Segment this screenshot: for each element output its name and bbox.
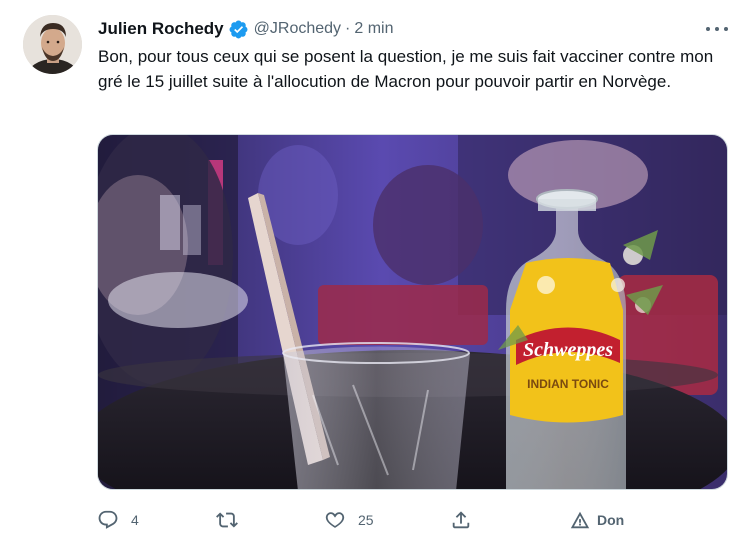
like-button[interactable]: 25 (324, 505, 374, 535)
translate-label: Don (597, 512, 625, 528)
retweet-button[interactable] (216, 505, 250, 535)
author-handle[interactable]: @JRochedy (254, 20, 341, 38)
author-name[interactable]: Julien Rochedy (98, 19, 224, 39)
photo-image: Schweppes INDIAN TONIC (98, 135, 727, 489)
share-icon (452, 511, 470, 529)
separator-dot: · (345, 20, 351, 37)
bottle-brand: Schweppes (523, 339, 613, 361)
retweet-icon (216, 512, 238, 528)
tweet-header: Julien Rochedy @JRochedy · 2 min (98, 17, 393, 41)
avatar-image (23, 15, 82, 74)
tweet[interactable]: Julien Rochedy @JRochedy · 2 min Bon, po… (0, 0, 753, 551)
bottle-label: INDIAN TONIC (527, 377, 609, 391)
reply-count: 4 (131, 512, 139, 528)
share-button[interactable] (450, 505, 472, 535)
more-options-icon[interactable] (703, 19, 731, 39)
tweet-actions: 4 25 Don (97, 505, 737, 535)
like-icon (325, 512, 345, 528)
like-count: 25 (358, 512, 374, 528)
avatar[interactable] (23, 15, 82, 74)
reply-icon (98, 510, 118, 529)
translate-button[interactable]: Don (569, 505, 624, 535)
reply-button[interactable]: 4 (97, 505, 139, 535)
timestamp[interactable]: 2 min (354, 20, 393, 38)
tweet-photo[interactable]: Schweppes INDIAN TONIC (97, 134, 728, 490)
tweet-text: Bon, pour tous ceux qui se posent la que… (98, 47, 714, 91)
verified-badge-icon (228, 19, 249, 40)
translate-icon (570, 511, 590, 529)
